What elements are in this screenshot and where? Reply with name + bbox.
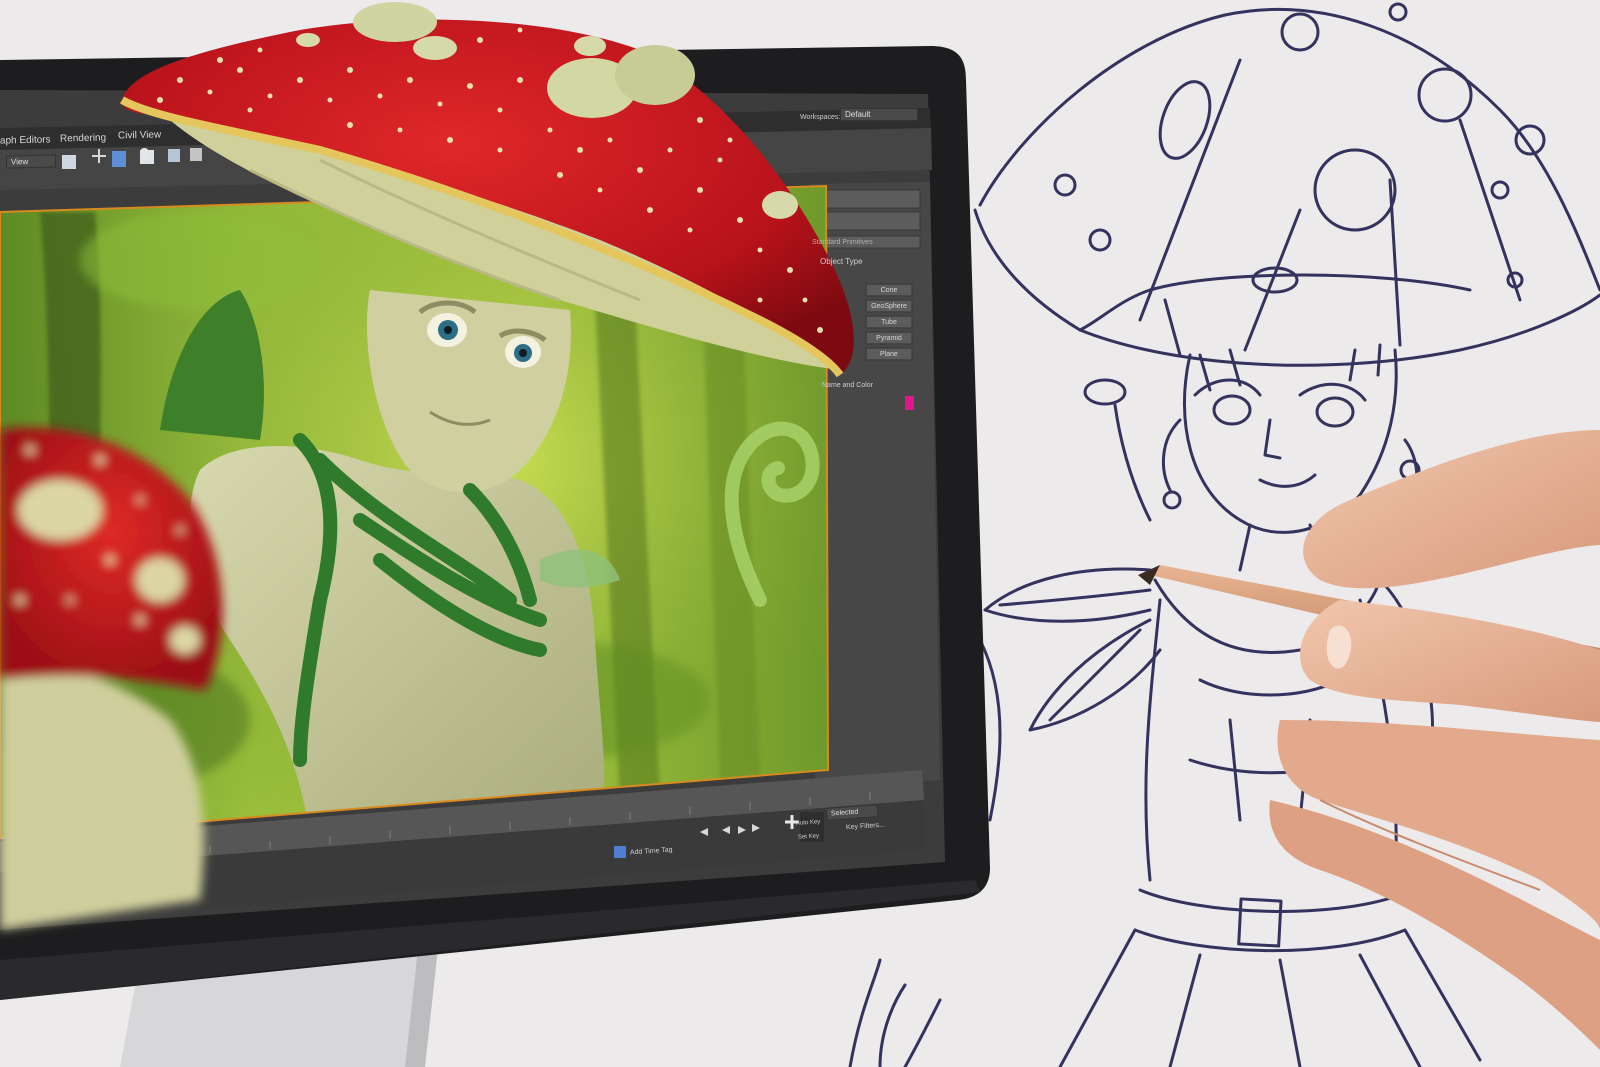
menu-graph-editors[interactable]: aph Editors (0, 134, 51, 146)
menu-civil-view[interactable]: Civil View (118, 130, 161, 142)
rollout-object-type[interactable]: Object Type (820, 257, 863, 267)
auto-key-button[interactable]: Auto Key (796, 817, 821, 829)
set-key-button[interactable]: Set Key (798, 831, 820, 842)
create-pyramid-button[interactable]: Pyramid (866, 332, 912, 344)
menu-rendering[interactable]: Rendering (60, 132, 106, 144)
rollout-standard-primitives[interactable]: Standard Primitives (812, 238, 873, 248)
snap-toggle-icon[interactable]: 3 (140, 147, 149, 163)
artwork-scene (0, 2, 1600, 1067)
create-tube-button[interactable]: Tube (866, 316, 912, 328)
create-geosphere-button[interactable]: GeoSphere (866, 300, 912, 312)
rollout-name-and-color[interactable]: Name and Color (822, 381, 873, 391)
color-swatch (905, 396, 914, 410)
hand-with-pencil (1138, 430, 1600, 1050)
workspaces-dropdown[interactable]: Default (840, 108, 918, 121)
workspaces-label: Workspaces: (800, 114, 841, 121)
create-cone-button[interactable]: Cone (866, 284, 912, 296)
create-plane-button[interactable]: Plane (866, 348, 912, 360)
reference-coordinate-dropdown[interactable]: View (5, 154, 57, 169)
